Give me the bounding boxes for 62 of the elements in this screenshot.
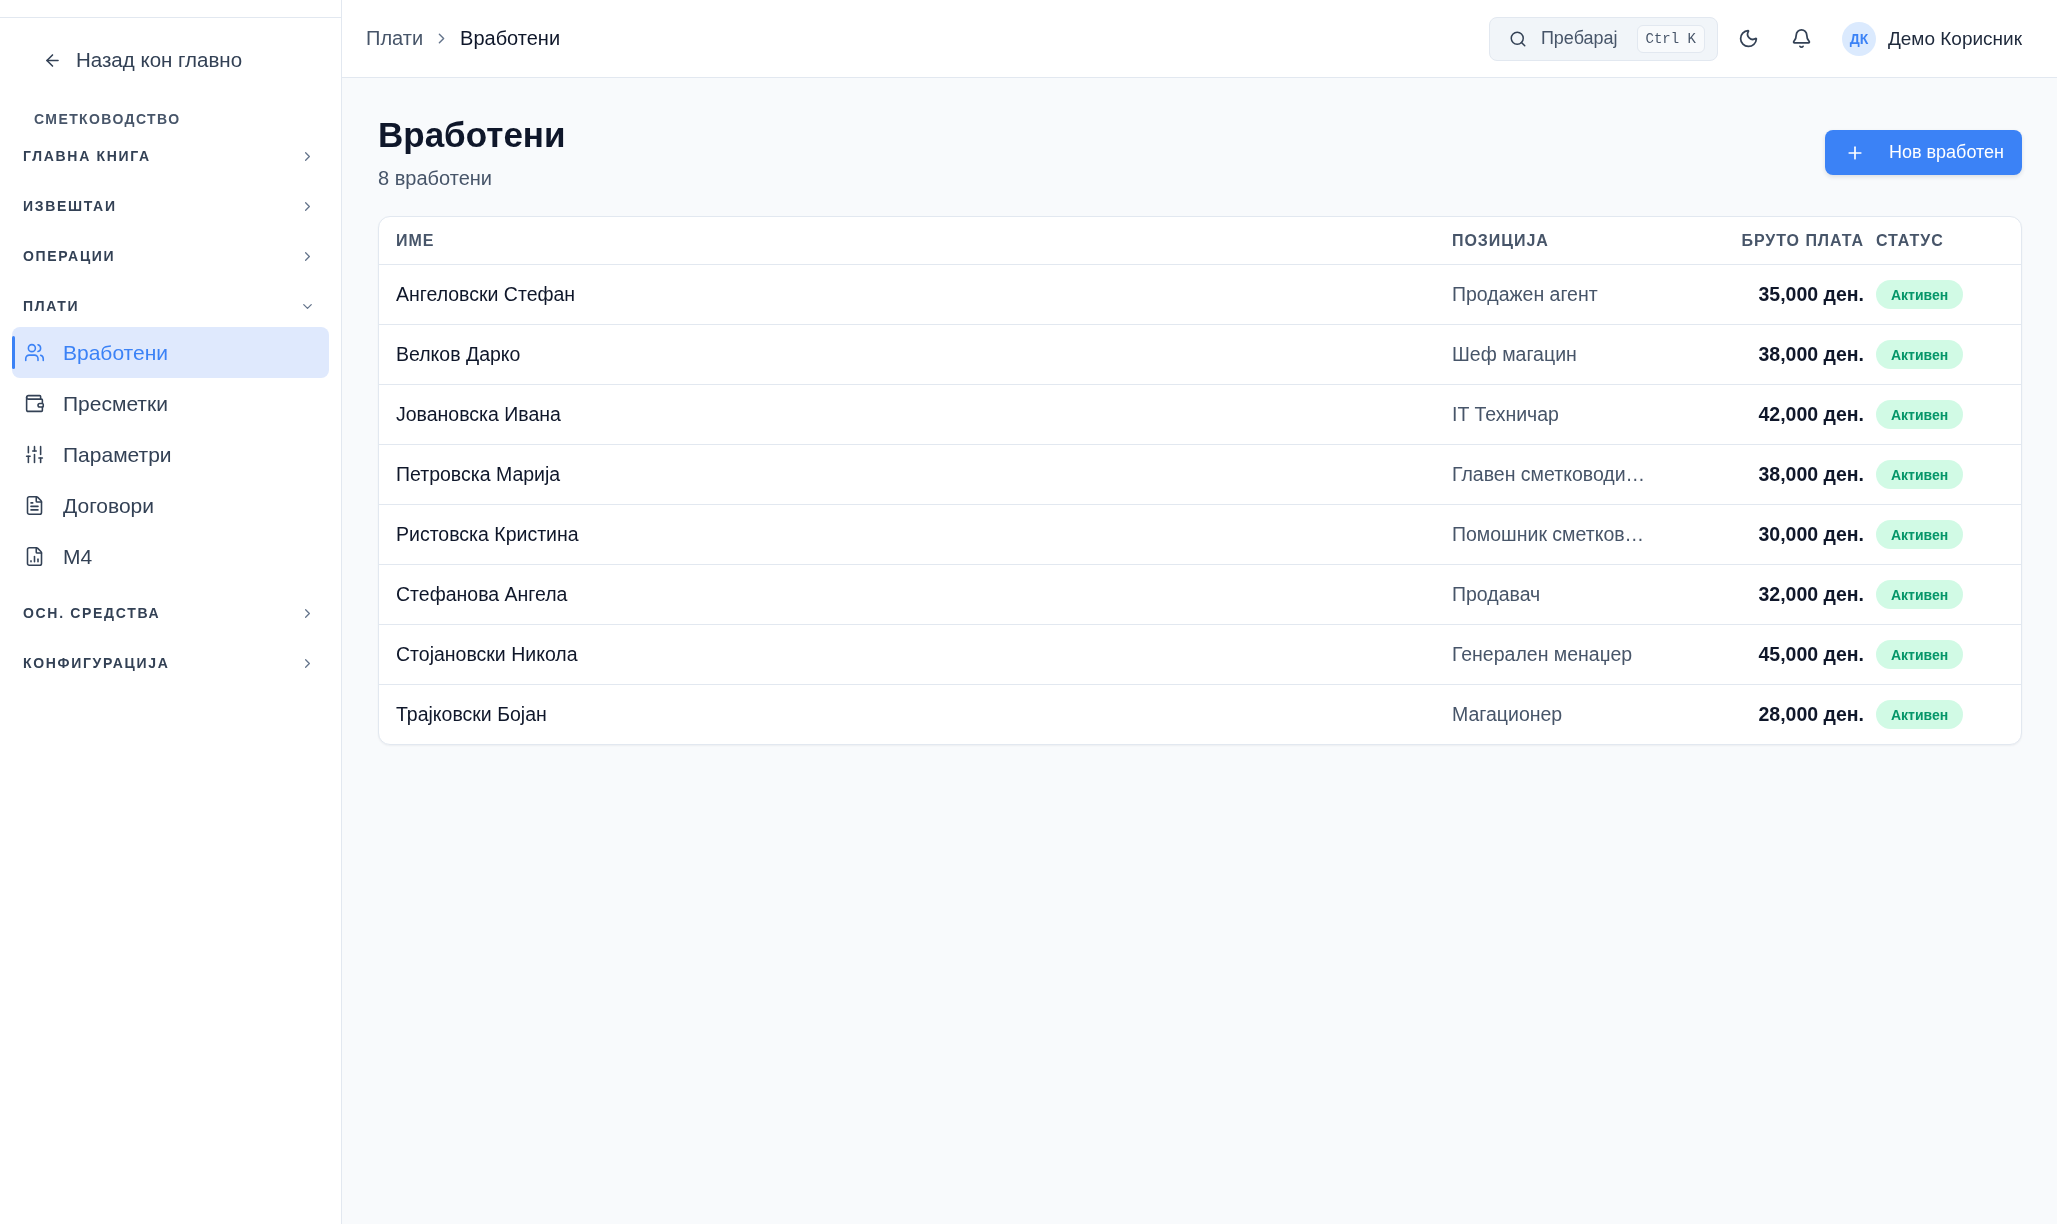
employee-name: Стефанова Ангела — [396, 583, 568, 606]
salary-amount: 45,000 ден. — [1758, 643, 1864, 666]
breadcrumb-link[interactable]: Плати — [366, 27, 424, 50]
employee-name: Петровска Марија — [396, 463, 561, 486]
salary-amount: 28,000 ден. — [1758, 703, 1864, 726]
employee-name: Стојановски Никола — [396, 643, 578, 666]
back-link[interactable]: Назад кон главно — [43, 38, 243, 82]
salary-amount: 30,000 ден. — [1758, 523, 1864, 546]
status-badge: Активен — [1876, 400, 1964, 429]
status-badge: Активен — [1876, 280, 1964, 309]
page-title: Вработени — [378, 114, 566, 156]
nav-group-toggle[interactable]: ОСН. СРЕДСТВА — [12, 588, 329, 638]
column-header: ИМЕ — [396, 231, 435, 250]
nav-item[interactable]: Договори — [12, 480, 329, 531]
nav-item[interactable]: М4 — [12, 531, 329, 582]
job-title: Главен сметководи… — [1452, 463, 1646, 486]
status-badge: Активен — [1876, 640, 1964, 669]
shortcut-hint: Ctrl K — [1636, 24, 1705, 53]
nav-group-toggle[interactable]: ОПЕРАЦИИ — [12, 231, 329, 281]
moon-icon[interactable] — [1737, 28, 1759, 49]
column-header: ПОЗИЦИЈА — [1452, 231, 1549, 250]
job-title: Помошник сметков… — [1452, 523, 1645, 546]
job-title: Магационер — [1452, 703, 1563, 726]
nav-group-toggle[interactable]: ИЗВЕШТАИ — [12, 181, 329, 231]
status-badge: Активен — [1876, 520, 1964, 549]
status-badge: Активен — [1876, 700, 1964, 729]
nav-item[interactable]: Параметри — [12, 429, 329, 480]
sliders-icon — [24, 444, 45, 465]
employee-name: Јовановска Ивана — [396, 403, 561, 426]
add-employee-button[interactable]: Нов вработен — [1824, 130, 2022, 175]
search-icon — [1508, 29, 1527, 48]
nav-group-toggle[interactable]: КОНФИГУРАЦИЈА — [12, 638, 329, 688]
employee-name: Трајковски Бојан — [396, 703, 547, 726]
nav-group-toggle[interactable]: ГЛАВНА КНИГА — [12, 131, 329, 181]
status-badge: Активен — [1876, 460, 1964, 489]
job-title: IT Техничар — [1452, 403, 1559, 426]
column-header: БРУТО ПЛАТА — [1741, 231, 1864, 250]
employee-name: Ристовска Кристина — [396, 523, 579, 546]
salary-amount: 38,000 ден. — [1758, 343, 1864, 366]
chart-document-icon — [24, 546, 45, 567]
document-icon — [24, 495, 45, 516]
status-badge: Активен — [1876, 340, 1964, 369]
status-badge: Активен — [1876, 580, 1964, 609]
job-title: Шеф магацин — [1452, 343, 1577, 366]
salary-amount: 42,000 ден. — [1758, 403, 1864, 426]
employee-name: Ангеловски Стефан — [396, 283, 576, 306]
users-icon — [24, 342, 45, 363]
user-name[interactable]: Демо Корисник — [1887, 27, 2022, 50]
section-heading: СМЕТКОВОДСТВО — [34, 110, 181, 129]
salary-amount: 38,000 ден. — [1758, 463, 1864, 486]
salary-amount: 35,000 ден. — [1758, 283, 1864, 306]
employee-name: Велков Дарко — [396, 343, 521, 366]
wallet-icon — [24, 393, 45, 414]
job-title: Генерален менаџер — [1452, 643, 1633, 666]
job-title: Продавач — [1452, 583, 1541, 606]
bell-icon[interactable] — [1790, 28, 1812, 49]
job-title: Продажен агент — [1452, 283, 1598, 306]
salary-amount: 32,000 ден. — [1758, 583, 1864, 606]
column-header: СТАТУС — [1876, 231, 1944, 250]
breadcrumb-current: Вработени — [460, 27, 561, 50]
employee-count: 8 вработени — [378, 166, 492, 191]
nav-item[interactable]: Пресметки — [12, 378, 329, 429]
